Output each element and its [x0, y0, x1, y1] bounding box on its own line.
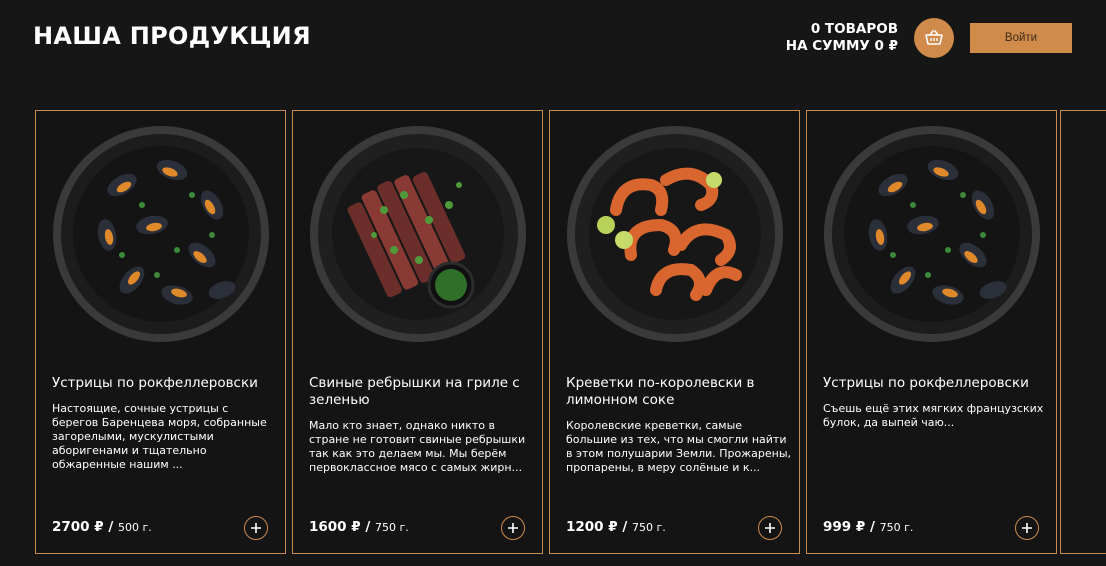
product-image	[824, 126, 1040, 342]
product-price: 1200 ₽ / 750 г.	[566, 519, 666, 535]
product-title: Свиные ребрышки на гриле с зеленью	[309, 375, 520, 408]
plus-icon	[508, 523, 518, 533]
weight-value: 750 г.	[879, 521, 914, 534]
weight-value: 750 г.	[375, 521, 409, 534]
product-card: Устрицы по рокфеллеровски Съешь ещё этих…	[806, 110, 1057, 554]
cart-count: 0 ТОВАРОВ	[810, 21, 898, 37]
product-image	[53, 126, 269, 342]
product-card: Свиные ребрышки на гриле с зеленью Мало …	[292, 110, 543, 554]
product-card-partial	[1060, 110, 1106, 554]
login-button[interactable]: Войти	[970, 23, 1072, 53]
plus-icon	[1022, 523, 1032, 533]
product-price: 2700 ₽ / 500 г.	[52, 519, 152, 535]
product-title: Устрицы по рокфеллеровски	[52, 375, 258, 391]
product-price: 999 ₽ / 750 г.	[823, 519, 913, 535]
product-title: Креветки по-королевски в лимонном соке	[566, 375, 755, 408]
product-description: Мало кто знает, однако никто в стране не…	[309, 419, 526, 474]
cart-summary: 0 ТОВАРОВ НА СУММУ 0 ₽	[786, 21, 898, 55]
page-title: НАША ПРОДУКЦИЯ	[33, 22, 311, 50]
product-description: Настоящие, сочные устрицы с берегов Баре…	[52, 402, 267, 471]
add-to-cart-button[interactable]	[244, 516, 268, 540]
add-to-cart-button[interactable]	[501, 516, 525, 540]
weight-value: 750 г.	[632, 521, 666, 534]
product-card: Устрицы по рокфеллеровски Настоящие, соч…	[35, 110, 286, 554]
add-to-cart-button[interactable]	[758, 516, 782, 540]
product-card: Креветки по-королевски в лимонном соке К…	[549, 110, 800, 554]
price-value: 2700 ₽ /	[52, 519, 114, 535]
product-price: 1600 ₽ / 750 г.	[309, 519, 409, 535]
product-image	[310, 126, 526, 342]
basket-icon	[925, 30, 943, 45]
price-value: 1200 ₽ /	[566, 519, 628, 535]
add-to-cart-button[interactable]	[1015, 516, 1039, 540]
basket-button[interactable]	[914, 18, 954, 58]
product-image	[567, 126, 783, 342]
weight-value: 500 г.	[118, 521, 152, 534]
plus-icon	[765, 523, 775, 533]
price-value: 999 ₽ /	[823, 519, 875, 535]
product-list: Устрицы по рокфеллеровски Настоящие, соч…	[35, 110, 1106, 554]
product-description: Съешь ещё этих мягких французских булок,…	[823, 402, 1044, 429]
price-value: 1600 ₽ /	[309, 519, 371, 535]
product-title: Устрицы по рокфеллеровски	[823, 375, 1029, 391]
plus-icon	[251, 523, 261, 533]
cart-sum: НА СУММУ 0 ₽	[785, 38, 898, 54]
product-description: Королевские креветки, самые большие из т…	[566, 419, 792, 474]
